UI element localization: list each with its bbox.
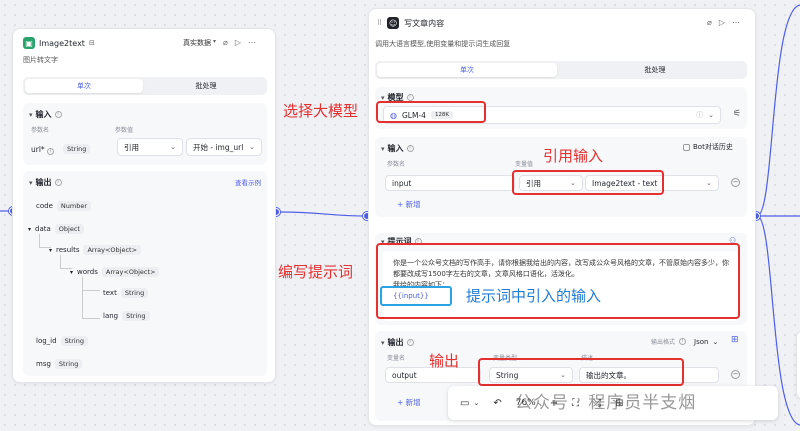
section-title: 输入 (35, 110, 52, 119)
annotation-select-model: 选择大模型 (283, 102, 359, 120)
output-field-code: code Number (36, 201, 92, 211)
section-title: 输出 (387, 338, 404, 347)
info-icon: i (406, 94, 414, 101)
tab-batch[interactable]: 批处理 (565, 63, 745, 77)
col-param-name: 参数名 (31, 127, 50, 134)
output-field-text: text String (103, 288, 149, 298)
output-field-data: ▾ data Object (28, 224, 84, 234)
add-output-button[interactable]: + 新增 (397, 397, 421, 408)
chevron-down-icon: ⌄ (249, 143, 255, 151)
node-title: 写文章内容 (404, 18, 445, 28)
param-name: url* i (31, 145, 55, 155)
node-title: Image2text (39, 38, 85, 48)
mode-tabs: 单次 批处理 (375, 61, 747, 79)
partial-node-right (796, 330, 800, 400)
chevron-down-icon: ▾ (213, 38, 217, 45)
watermark: 公众号 · 程序员半支烟 (515, 393, 697, 413)
remove-icon[interactable]: − (731, 370, 740, 379)
settings-sliders-icon[interactable]: ⚟ (733, 109, 741, 119)
output-section: ▾ 输出 i 查看示例 code Number ▾ data Object ▾ re… (23, 171, 267, 376)
run-icon[interactable]: ▷ (719, 18, 725, 27)
debug-off-icon[interactable]: ⌀ (223, 38, 228, 48)
undo-icon[interactable]: ↶ (493, 398, 501, 409)
col-param-name: 参数名 (387, 161, 406, 168)
param-name-input[interactable]: input (385, 175, 515, 191)
info-icon: ⊟ (88, 39, 95, 47)
section-title: 输入 (387, 144, 404, 153)
output-format[interactable]: 输出格式 i Json ⌄ (651, 337, 719, 347)
chevron-down-icon[interactable]: ▾ (49, 247, 52, 254)
minimap-icon[interactable]: ▭ (460, 398, 469, 409)
info-icon: i (679, 338, 687, 345)
info-icon: i (54, 111, 62, 118)
chevron-down-icon[interactable]: ▾ (29, 111, 33, 119)
chevron-down-icon[interactable]: ▾ (29, 179, 33, 187)
add-output-icon[interactable]: ⊞ (731, 335, 739, 345)
chevron-down-icon[interactable]: ▾ (381, 145, 385, 153)
info-icon: i (54, 179, 62, 186)
drag-handle-icon[interactable]: ⠿ (377, 19, 382, 27)
bot-history-checkbox[interactable]: Bot对话历史 (683, 142, 733, 152)
annotation-write-prompt: 编写提示词 (278, 263, 354, 281)
view-example-link[interactable]: 查看示例 (235, 177, 261, 187)
output-field-msg: msg String (36, 359, 83, 369)
annotation-box-prompt (376, 243, 740, 319)
more-icon[interactable]: ⋯ (248, 38, 256, 48)
chevron-down-icon[interactable]: ▾ (28, 226, 31, 233)
output-field-log-id: log_id String (36, 336, 88, 346)
col-param-value: 参数值 (115, 127, 134, 134)
annotation-prompt-ref-input: 提示词中引入的输入 (466, 287, 602, 305)
tree-line (82, 289, 100, 319)
col-var-value: 变量值 (515, 161, 534, 168)
param-type: String (63, 144, 91, 154)
section-title: 输出 (35, 178, 52, 187)
annotation-output: 输出 (429, 352, 460, 370)
tab-batch[interactable]: 批处理 (147, 79, 265, 93)
node-subtitle: 调用大语言模型,使用变量和提示词生成回复 (375, 40, 511, 48)
checkbox-icon (683, 143, 690, 151)
chevron-down-icon: ⌄ (706, 179, 712, 187)
image-icon: ▣ (23, 37, 35, 49)
more-icon[interactable]: ⋯ (732, 18, 740, 27)
image2text-node[interactable]: ▣ Image2text ⊟ 真实数据 ▾ ⌀ ▷ ⋯ 图片转文字 单次 批处理… (12, 28, 276, 383)
llm-icon: ☺ (387, 17, 400, 29)
chevron-down-icon: ⌄ (708, 111, 714, 119)
output-field-lang: lang String (103, 311, 150, 321)
annotation-box-output (478, 358, 684, 386)
output-field-results: ▾ results Array<Object> (49, 245, 142, 255)
chevron-down-icon: ⌄ (712, 337, 719, 346)
info-icon: i (47, 148, 55, 155)
col-var-name: 变量名 (387, 355, 406, 362)
remove-icon[interactable]: − (731, 178, 740, 187)
annotation-box-variable (380, 286, 452, 306)
tab-single[interactable]: 单次 (25, 79, 143, 93)
ref-value-select[interactable]: 开始 - img_url ⌄ (186, 138, 262, 156)
output-field-words: ▾ words Array<Object> (70, 267, 160, 277)
info-icon: i (406, 145, 414, 152)
info-icon: i (406, 339, 414, 346)
tab-single[interactable]: 单次 (377, 63, 557, 77)
node-subtitle: 图片转文字 (23, 56, 58, 64)
chevron-down-icon: ⌄ (170, 143, 176, 151)
mode-select[interactable]: 真实数据 (183, 38, 211, 48)
chevron-down-icon[interactable]: ▾ (70, 269, 73, 276)
chevron-down-icon[interactable]: ▾ (381, 339, 385, 347)
debug-off-icon[interactable]: ⌀ (707, 18, 712, 27)
input-section: ▾ 输入 i 参数名 参数值 url* i String 引用 ⌄ 开始 - i… (23, 103, 267, 165)
add-input-button[interactable]: + 新增 (397, 199, 421, 210)
ref-select[interactable]: 引用 ⌄ (117, 138, 183, 156)
annotation-reference-input: 引用输入 (543, 147, 604, 165)
info-icon: ⓘ (696, 111, 704, 119)
run-icon[interactable]: ▷ (235, 38, 241, 48)
chevron-down-icon[interactable]: ⌄ (473, 399, 479, 407)
annotation-box-input (512, 170, 664, 195)
annotation-box-model (376, 101, 486, 123)
mode-tabs: 单次 批处理 (23, 77, 267, 95)
